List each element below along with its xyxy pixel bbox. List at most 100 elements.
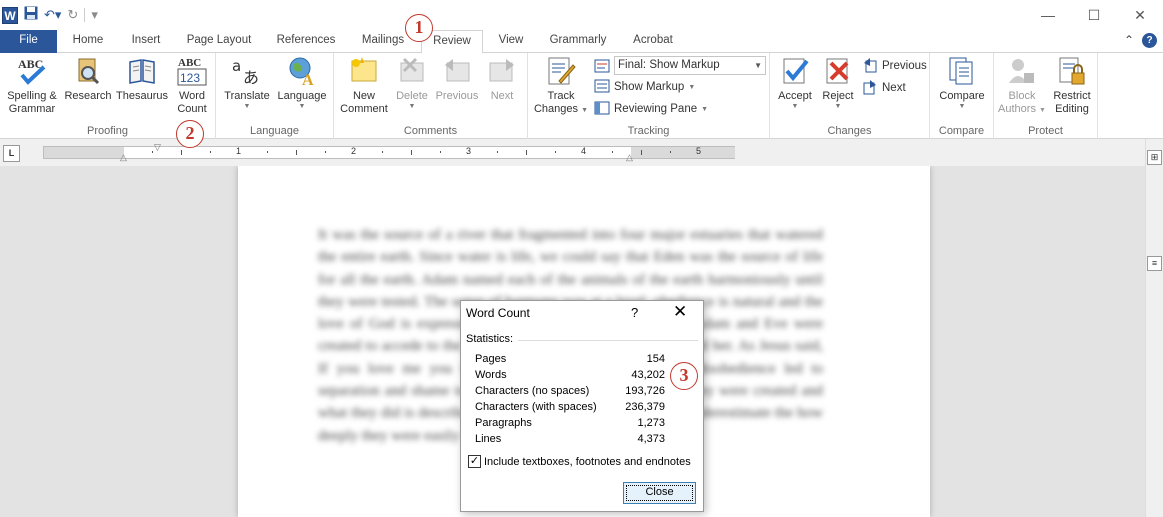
- word-app-icon[interactable]: W: [2, 6, 18, 24]
- include-textboxes-option[interactable]: ✓ Include textboxes, footnotes and endno…: [468, 455, 691, 468]
- stat-row-characters-with-spaces: Characters (with spaces) 236,379: [475, 401, 665, 417]
- undo-icon[interactable]: ↶▾: [44, 7, 61, 23]
- stat-label: Paragraphs: [475, 417, 532, 429]
- ruler-dot: [612, 151, 613, 153]
- next-comment-button[interactable]: Next: [482, 55, 522, 103]
- stat-label: Words: [475, 369, 507, 381]
- compare-button[interactable]: Compare ▼: [934, 55, 990, 111]
- ribbon-right-controls: ⌃ ?: [1124, 33, 1157, 48]
- previous-change-label: Previous: [882, 60, 927, 72]
- spelling-label: Spelling &: [7, 90, 57, 102]
- accept-button[interactable]: Accept ▼: [774, 55, 816, 111]
- new-comment-button[interactable]: New Comment: [336, 55, 392, 116]
- ruler-dot: [497, 151, 498, 153]
- next-change-label: Next: [882, 82, 906, 94]
- save-icon[interactable]: [24, 6, 38, 24]
- block-authors-icon: [1006, 55, 1038, 87]
- ruler-dot: [555, 151, 556, 153]
- tab-insert[interactable]: Insert: [122, 30, 170, 53]
- left-indent-marker[interactable]: △: [120, 152, 127, 163]
- thesaurus-book-icon: [126, 55, 158, 87]
- new-comment-label-2: Comment: [340, 103, 388, 115]
- translate-dropdown-icon: ▼: [243, 103, 251, 110]
- thesaurus-label: Thesaurus: [116, 90, 168, 102]
- previous-change-button[interactable]: Previous: [862, 56, 927, 76]
- right-indent-marker[interactable]: △: [626, 152, 633, 163]
- research-label: Research: [64, 90, 112, 102]
- compare-label: Compare: [939, 90, 985, 102]
- translate-icon: aあ: [231, 55, 263, 87]
- translate-button[interactable]: aあ Translate ▼: [220, 55, 274, 111]
- ruler-right-margin: [631, 147, 735, 158]
- block-authors-button[interactable]: Block Authors ▼: [996, 55, 1048, 117]
- next-change-button[interactable]: Next: [862, 78, 906, 98]
- tab-page-layout[interactable]: Page Layout: [180, 30, 258, 53]
- customize-qat-icon[interactable]: ▾: [91, 7, 98, 23]
- maximize-button[interactable]: ☐: [1071, 0, 1117, 30]
- include-textboxes-checkbox[interactable]: ✓: [468, 455, 481, 468]
- previous-comment-button[interactable]: Previous: [432, 55, 482, 103]
- scroll-thumb[interactable]: ≡: [1147, 256, 1162, 271]
- tab-selector[interactable]: L: [3, 145, 20, 162]
- tab-mailings[interactable]: Mailings: [354, 30, 412, 53]
- vertical-scrollbar[interactable]: ⊞ ≡: [1145, 139, 1163, 517]
- tab-grammarly[interactable]: Grammarly: [543, 30, 613, 53]
- research-button[interactable]: Research: [63, 55, 113, 103]
- track-changes-button[interactable]: Track Changes ▼: [532, 55, 590, 117]
- delete-label: Delete: [396, 90, 428, 102]
- svg-text:ABC: ABC: [178, 57, 201, 69]
- close-window-button[interactable]: ✕: [1117, 0, 1163, 30]
- previous-comment-label: Previous: [435, 90, 479, 102]
- view-ruler-icon[interactable]: ⊞: [1147, 150, 1162, 165]
- reviewing-pane-button[interactable]: Reviewing Pane ▼: [594, 99, 708, 119]
- show-markup-button[interactable]: Show Markup ▼: [594, 77, 695, 97]
- ruler-dot: [210, 151, 211, 153]
- display-review-icon: [594, 56, 610, 76]
- window-controls: — ☐ ✕: [1025, 0, 1163, 30]
- close-button[interactable]: Close: [623, 482, 696, 504]
- markup-view-value: Final: Show Markup: [618, 59, 720, 71]
- stat-label: Pages: [475, 353, 507, 365]
- stat-row-characters-no-spaces: Characters (no spaces) 193,726: [475, 385, 665, 401]
- tab-file[interactable]: File: [0, 30, 57, 53]
- help-icon[interactable]: ?: [1142, 33, 1157, 48]
- tab-references[interactable]: References: [268, 30, 344, 53]
- language-button[interactable]: A Language ▼: [274, 55, 330, 111]
- restrict-editing-button[interactable]: Restrict Editing: [1048, 55, 1096, 116]
- word-count-button[interactable]: ABC 123 Word Count: [172, 55, 212, 116]
- group-protect: Block Authors ▼ Restrict Editing Protect: [994, 53, 1098, 139]
- reviewing-pane-dropdown-icon: ▼: [701, 105, 709, 113]
- ruler-number: 5: [696, 146, 702, 156]
- first-line-indent-marker[interactable]: ▽: [154, 142, 161, 153]
- ribbon-tab-bar: File Home Insert Page Layout References …: [0, 30, 1163, 54]
- ruler-number: 1: [236, 146, 242, 156]
- qat-separator: [84, 8, 86, 22]
- dialog-close-icon[interactable]: ✕: [673, 302, 687, 322]
- next-comment-icon: [486, 55, 518, 87]
- close-button-focus-ring: [626, 485, 693, 501]
- markup-dropdown-icon: ▼: [754, 61, 762, 70]
- spelling-grammar-button[interactable]: ABC Spelling & Grammar: [3, 55, 61, 116]
- ruler-left-margin: [44, 147, 124, 158]
- thesaurus-button[interactable]: Thesaurus: [113, 55, 171, 103]
- language-dropdown-icon: ▼: [298, 103, 306, 110]
- minimize-button[interactable]: —: [1025, 0, 1071, 30]
- dialog-help-button[interactable]: ?: [631, 305, 638, 320]
- tab-view[interactable]: View: [491, 30, 531, 53]
- reject-dropdown-icon: ▼: [834, 103, 842, 110]
- tab-home[interactable]: Home: [64, 30, 112, 53]
- collapse-ribbon-icon[interactable]: ⌃: [1124, 33, 1134, 48]
- markup-view-select[interactable]: Final: Show Markup ▼: [614, 56, 766, 75]
- reject-button[interactable]: Reject ▼: [818, 55, 858, 111]
- redo-icon[interactable]: ↻: [67, 7, 78, 23]
- tab-acrobat[interactable]: Acrobat: [624, 30, 682, 53]
- delete-comment-button[interactable]: Delete ▼: [392, 55, 432, 111]
- ruler-dot: [440, 151, 441, 153]
- ruler-dot: [267, 151, 268, 153]
- horizontal-ruler[interactable]: 1 2 3 4 5 ▽ △ △: [43, 142, 735, 162]
- include-textboxes-label: Include textboxes, footnotes and endnote…: [484, 455, 691, 468]
- svg-text:A: A: [302, 72, 314, 87]
- language-label: Language: [277, 90, 327, 102]
- comments-group-label: Comments: [403, 125, 458, 137]
- next-change-icon: [862, 79, 878, 98]
